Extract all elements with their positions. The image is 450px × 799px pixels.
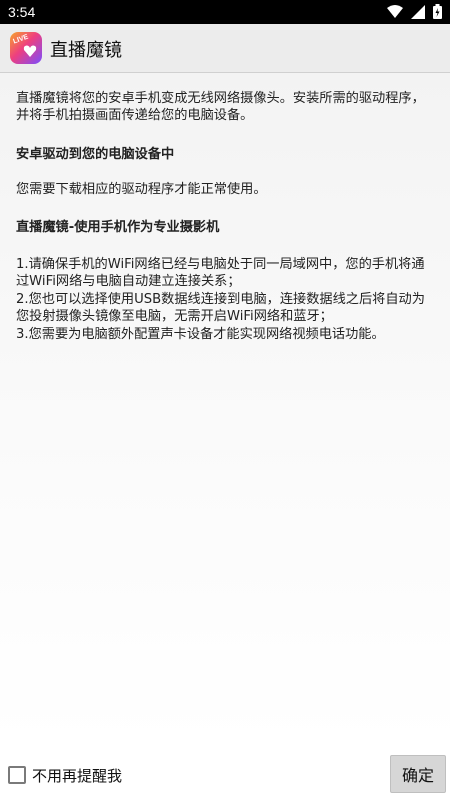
section2-heading: 直播魔镜-使用手机作为专业摄影机	[16, 220, 220, 235]
status-bar: 3:54	[0, 0, 450, 24]
signal-icon	[411, 4, 425, 19]
step-2: 2.您也可以选择使用USB数据线连接到电脑，连接数据线之后将自动为您投射摄像头镜…	[16, 292, 425, 324]
app-bar: LIVE 直播魔镜	[0, 24, 450, 73]
app-logo-icon: LIVE	[10, 32, 42, 64]
section1-heading: 安卓驱动到您的电脑设备中	[16, 147, 175, 162]
app-title: 直播魔镜	[50, 40, 122, 61]
bottom-bar: 不用再提醒我 确定	[0, 748, 450, 799]
battery-icon	[433, 4, 442, 19]
checkbox-label[interactable]: 不用再提醒我	[32, 765, 122, 786]
status-time: 3:54	[8, 4, 36, 20]
dont-remind-checkbox[interactable]	[8, 766, 26, 784]
step-3: 3.您需要为电脑额外配置声卡设备才能实现网络视频电话功能。	[16, 327, 385, 342]
intro-text: 直播魔镜将您的安卓手机变成无线网络摄像头。安装所需的驱动程序，并将手机拍摄画面传…	[16, 91, 425, 123]
confirm-button[interactable]: 确定	[390, 755, 446, 793]
content-area: 直播魔镜将您的安卓手机变成无线网络摄像头。安装所需的驱动程序，并将手机拍摄画面传…	[0, 73, 450, 748]
wifi-icon	[387, 4, 403, 19]
status-icons	[387, 4, 442, 19]
step-1: 1.请确保手机的WiFi网络已经与电脑处于同一局域网中，您的手机将通过WiFi网…	[16, 257, 425, 289]
section1-text: 您需要下载相应的驱动程序才能正常使用。	[16, 182, 267, 197]
